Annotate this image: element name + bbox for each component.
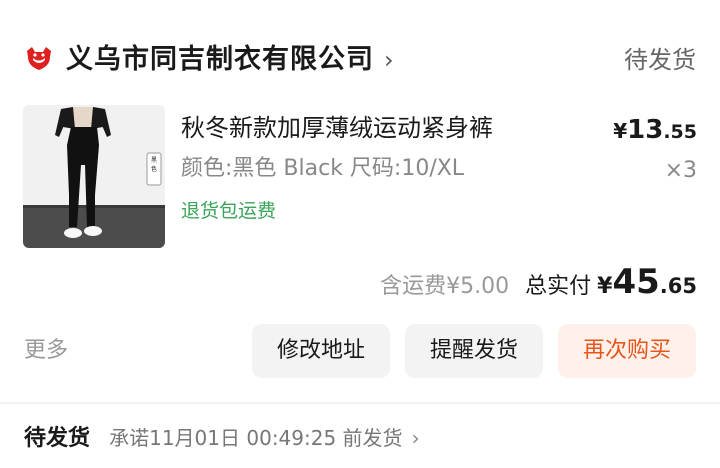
total-row: 含运费¥5.00 总实付 ¥45.65 xyxy=(380,262,697,306)
shop-header: 义乌市同吉制衣有限公司 › 待发货 xyxy=(24,38,696,82)
shop-name-link[interactable]: 义乌市同吉制衣有限公司 xyxy=(66,40,374,80)
return-shipping-badge: 退货包运费 xyxy=(181,200,277,222)
shipping-fee-note: 含运费¥5.00 xyxy=(380,274,510,299)
tmall-cat-icon xyxy=(27,47,51,70)
unit-price-decimal: .55 xyxy=(663,121,697,143)
unit-price-integer: 13 xyxy=(627,115,664,145)
order-divider xyxy=(0,402,720,404)
product-thumb-tag-text: 黑色 xyxy=(150,157,157,173)
order-status: 待发货 xyxy=(624,46,696,74)
total-label: 总实付 xyxy=(525,274,592,299)
rebuy-button[interactable]: 再次购买 xyxy=(558,324,696,378)
product-photo xyxy=(23,105,165,248)
quantity: ×3 xyxy=(664,158,697,183)
ship-promise-text: 承诺11月01日 00:49:25 前发货 xyxy=(109,426,403,450)
total-symbol: ¥ xyxy=(597,274,613,299)
more-actions-link[interactable]: 更多 xyxy=(24,334,68,368)
next-order-status: 待发货 xyxy=(24,426,91,451)
product-spec: 颜色:黑色 Black 尺码:10/XL xyxy=(181,156,465,181)
total-decimal: .65 xyxy=(659,274,697,298)
product-title[interactable]: 秋冬新款加厚薄绒运动紧身裤 xyxy=(181,110,493,146)
unit-price: ¥13.55 xyxy=(613,112,697,151)
unit-price-symbol: ¥ xyxy=(613,119,628,143)
chevron-right-icon[interactable]: › xyxy=(384,44,394,76)
total-integer: 45 xyxy=(612,262,660,302)
chevron-right-icon[interactable]: › xyxy=(412,426,420,450)
modify-address-button[interactable]: 修改地址 xyxy=(252,324,390,378)
product-thumbnail[interactable]: 黑色 xyxy=(23,105,165,248)
remind-ship-button[interactable]: 提醒发货 xyxy=(405,324,543,378)
next-order-header[interactable]: 待发货 承诺11月01日 00:49:25 前发货 › xyxy=(24,420,420,456)
